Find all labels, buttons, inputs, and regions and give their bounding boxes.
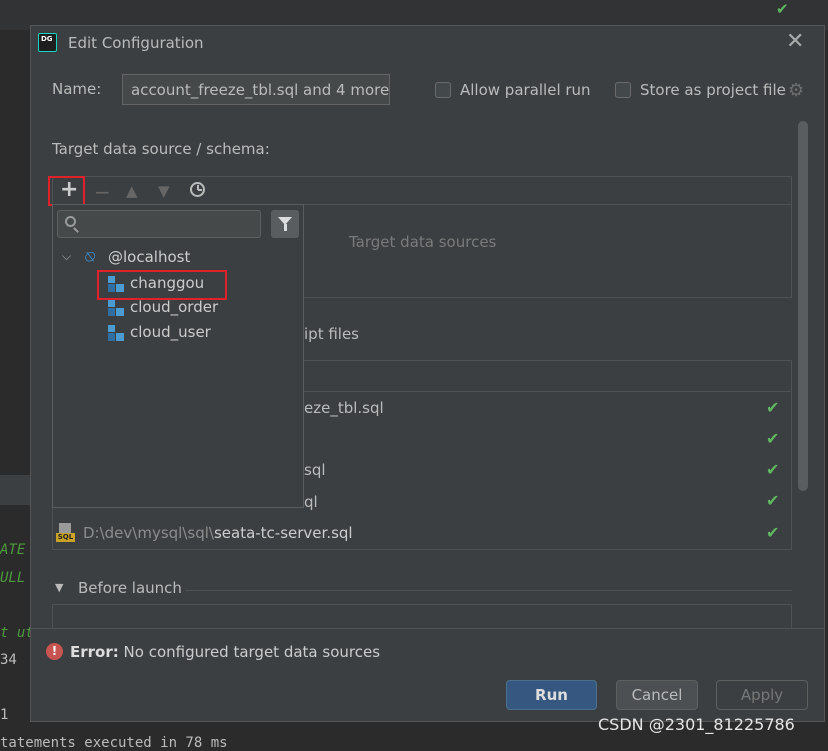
error-icon: ! xyxy=(46,643,63,660)
before-launch-divider xyxy=(186,590,792,591)
check-icon: ✔ xyxy=(766,398,780,417)
code-fragment: 34 xyxy=(0,652,17,668)
remove-icon[interactable]: − xyxy=(94,180,111,204)
schema-icon xyxy=(108,276,124,292)
schema-changgou[interactable]: changgou xyxy=(130,274,204,292)
error-text: No configured target data sources xyxy=(123,643,381,661)
search-input[interactable] xyxy=(57,210,261,238)
schema-icon xyxy=(108,325,124,341)
script-file: seata-tc-server.sql xyxy=(213,524,353,542)
datagrip-app-icon: DG xyxy=(38,33,57,52)
ide-side-tab xyxy=(0,475,30,505)
target-placeholder: Target data sources xyxy=(349,233,497,251)
script-row-fragment[interactable]: sql xyxy=(304,461,326,479)
schema-cloud-order[interactable]: cloud_order xyxy=(130,298,218,316)
schema-icon xyxy=(108,300,124,316)
before-launch-panel xyxy=(52,604,792,628)
move-up-icon[interactable]: ▲ xyxy=(126,182,138,200)
allow-parallel-label[interactable]: Allow parallel run xyxy=(460,81,591,99)
check-icon: ✔ xyxy=(766,491,780,510)
error-label: Error: xyxy=(70,643,119,661)
filter-icon-stem xyxy=(284,224,287,231)
status-line: tatements executed in 78 ms xyxy=(0,735,228,751)
code-fragment: ULL xyxy=(0,570,26,586)
allow-parallel-checkbox[interactable] xyxy=(435,82,451,98)
dialog-title: Edit Configuration xyxy=(68,34,204,52)
check-icon: ✔ xyxy=(766,523,780,542)
history-icon[interactable] xyxy=(190,182,205,197)
sql-file-icon: SQL xyxy=(56,523,75,542)
gear-icon[interactable]: ⚙ xyxy=(788,80,804,101)
ide-top-check-icon: ✔ xyxy=(776,0,789,18)
apply-button[interactable]: Apply xyxy=(716,680,808,710)
code-fragment: 1 xyxy=(0,707,9,723)
search-icon xyxy=(65,216,79,233)
scrollbar[interactable] xyxy=(798,121,808,491)
host-node[interactable]: @localhost xyxy=(108,248,190,266)
move-down-icon[interactable]: ▼ xyxy=(158,182,170,200)
close-icon[interactable]: ✕ xyxy=(786,30,806,54)
add-icon[interactable]: + xyxy=(60,177,78,202)
script-row-fragment[interactable]: ql xyxy=(304,493,318,511)
code-fragment: ATE xyxy=(0,542,26,558)
error-message: Error: No configured target data sources xyxy=(70,643,380,661)
script-dir: D:\dev\mysql\sql\ xyxy=(83,524,214,542)
error-divider xyxy=(30,628,825,629)
code-fragment: t ut xyxy=(0,625,30,641)
script-row-fragment[interactable]: eze_tbl.sql xyxy=(304,399,384,417)
name-field[interactable]: account_freeze_tbl.sql and 4 more xyxy=(122,74,390,105)
schema-cloud-user[interactable]: cloud_user xyxy=(130,323,211,341)
before-launch-label[interactable]: Before launch xyxy=(78,579,182,597)
store-project-checkbox[interactable] xyxy=(615,82,631,98)
watermark: CSDN @2301_81225786 xyxy=(598,715,795,734)
target-section-label: Target data source / schema: xyxy=(52,140,270,158)
mysql-icon: ⍉ xyxy=(84,247,94,266)
cancel-button[interactable]: Cancel xyxy=(616,680,698,710)
store-project-label[interactable]: Store as project file xyxy=(640,81,786,99)
scripts-label-fragment: ipt files xyxy=(304,325,359,343)
script-row-path[interactable]: D:\dev\mysql\sql\seata-tc-server.sql xyxy=(83,524,353,542)
expand-icon[interactable]: ⌵ xyxy=(62,249,71,264)
collapse-icon[interactable]: ▼ xyxy=(55,581,63,594)
check-icon: ✔ xyxy=(766,429,780,448)
check-icon: ✔ xyxy=(766,460,780,479)
run-button[interactable]: Run xyxy=(506,680,597,710)
name-label: Name: xyxy=(52,80,102,98)
